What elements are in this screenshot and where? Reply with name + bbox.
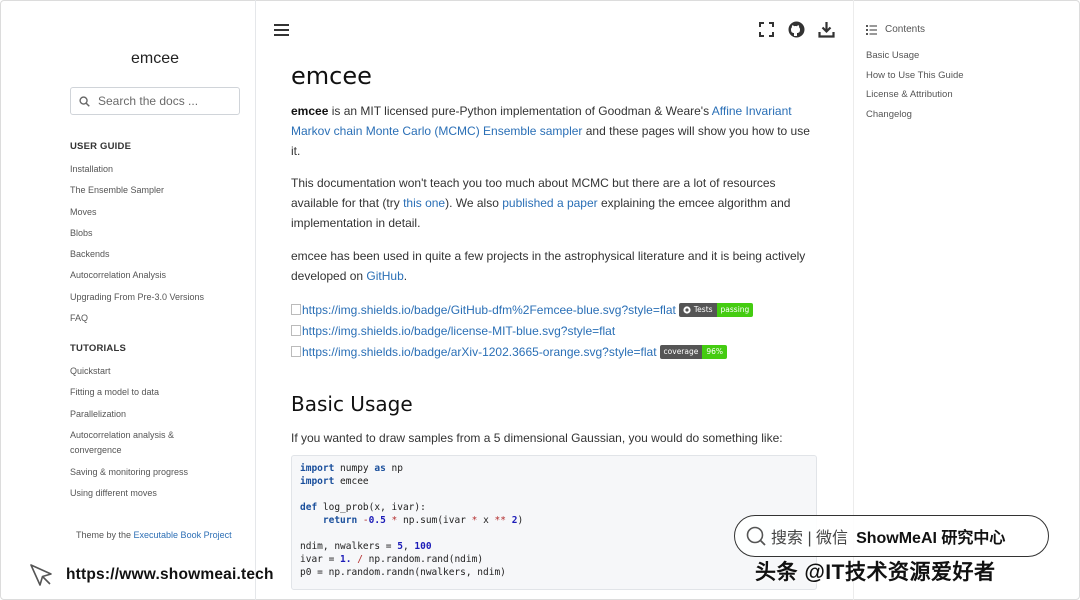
section-heading-basic-usage: Basic Usage <box>291 392 413 417</box>
code-line: def log_prob(x, ivar): <box>300 502 426 513</box>
broken-image-icon <box>291 304 301 316</box>
github-paragraph: emcee has been used in quite a few proje… <box>291 247 821 287</box>
code-line: p0 = np.random.randn(nwalkers, ndim) <box>300 567 506 578</box>
table-of-contents: Contents Basic Usage How to Use This Gui… <box>853 0 1053 600</box>
nav-item-moves[interactable]: Moves <box>70 205 245 221</box>
broken-image-icon <box>291 346 301 358</box>
github-link[interactable]: GitHub <box>366 269 403 283</box>
broken-image-icon <box>291 325 301 337</box>
nav-item-installation[interactable]: Installation <box>70 162 245 178</box>
code-line: import numpy as np <box>300 463 403 474</box>
resources-paragraph: This documentation won't teach you too m… <box>291 174 821 233</box>
coverage-badge-value: 96% <box>702 344 728 359</box>
menu-icon[interactable] <box>274 24 289 38</box>
nav-item-fitting-model[interactable]: Fitting a model to data <box>70 385 245 401</box>
badge-alt-github[interactable]: https://img.shields.io/badge/GitHub-dfm%… <box>302 303 676 317</box>
toc-title: Contents <box>866 24 925 35</box>
search-icon <box>79 95 90 107</box>
nav-item-backends[interactable]: Backends <box>70 247 245 263</box>
para3-text-2: . <box>403 268 408 283</box>
nav-item-blobs[interactable]: Blobs <box>70 226 245 242</box>
toc-item-how-to-use[interactable]: How to Use This Guide <box>866 69 964 83</box>
search-icon <box>746 526 766 546</box>
toc-list: Basic Usage How to Use This Guide Licens… <box>866 49 964 127</box>
coverage-badge-label: coverage <box>659 344 703 359</box>
nav-item-saving-progress[interactable]: Saving & monitoring progress <box>70 465 245 481</box>
para2-text-2: ). We also <box>445 196 503 211</box>
site-title[interactable]: emcee <box>60 50 250 68</box>
github-icon[interactable] <box>788 21 805 38</box>
badge-list: https://img.shields.io/badge/GitHub-dfm%… <box>291 299 821 362</box>
search-box[interactable] <box>70 87 240 115</box>
tests-badge-label: Tests <box>678 302 717 317</box>
download-icon[interactable] <box>818 21 835 38</box>
basic-usage-text: If you wanted to draw samples from a 5 d… <box>291 431 783 446</box>
code-line: ndim, nwalkers = 5, 100 <box>300 541 432 552</box>
nav-heading-tutorials: TUTORIALS <box>70 343 126 354</box>
toc-title-text: Contents <box>885 24 926 35</box>
nav-item-different-moves[interactable]: Using different moves <box>70 486 245 502</box>
nav-list-tutorials: Quickstart Fitting a model to data Paral… <box>70 364 245 507</box>
watermark-url-text: https://www.showmeai.tech <box>66 566 274 583</box>
watermark-search-box: 搜索 | 微信 ShowMeAI 研究中心 <box>734 515 1049 557</box>
nav-list-user-guide: Installation The Ensemble Sampler Moves … <box>70 162 245 332</box>
watermark-url: https://www.showmeai.tech <box>28 562 274 588</box>
nav-item-quickstart[interactable]: Quickstart <box>70 364 245 380</box>
badge-row-arxiv: https://img.shields.io/badge/arXiv-1202.… <box>291 341 821 362</box>
badge-row-license: https://img.shields.io/badge/license-MIT… <box>291 320 821 341</box>
intro-paragraph: emcee is an MIT licensed pure-Python imp… <box>291 102 821 161</box>
cursor-icon <box>30 564 52 586</box>
badge-alt-license[interactable]: https://img.shields.io/badge/license-MIT… <box>302 324 615 338</box>
watermark-brand: ShowMeAI 研究中心 <box>856 530 1006 547</box>
code-line: ivar = 1. / np.random.rand(ndim) <box>300 554 484 565</box>
page-title: emcee <box>291 62 372 90</box>
search-input[interactable] <box>98 94 228 108</box>
github-icon <box>683 306 691 314</box>
toc-item-changelog[interactable]: Changelog <box>866 108 964 122</box>
theme-credit: Theme by the Executable Book Project <box>76 530 232 540</box>
coverage-badge[interactable]: coverage 96% <box>659 344 728 359</box>
nav-heading-user-guide: USER GUIDE <box>70 141 132 152</box>
left-sidebar: emcee USER GUIDE Installation The Ensemb… <box>60 0 256 600</box>
list-icon <box>866 24 877 35</box>
nav-item-faq[interactable]: FAQ <box>70 311 245 327</box>
tests-badge-value: passing <box>716 302 754 317</box>
code-line: return -0.5 * np.sum(ivar * x ** 2) <box>300 515 524 526</box>
tests-badge[interactable]: Tests passing <box>678 302 754 317</box>
published-paper-link[interactable]: published a paper <box>502 196 597 210</box>
this-one-link[interactable]: this one <box>403 196 445 210</box>
toolbar-icons <box>758 21 835 38</box>
intro-text-1: is an MIT licensed pure-Python implement… <box>328 104 712 118</box>
toc-item-basic-usage[interactable]: Basic Usage <box>866 49 964 63</box>
nav-item-ensemble-sampler[interactable]: The Ensemble Sampler <box>70 183 245 199</box>
badge-alt-arxiv[interactable]: https://img.shields.io/badge/arXiv-1202.… <box>302 345 657 359</box>
watermark-search-label: 搜索 | 微信 <box>771 530 849 547</box>
code-line: import emcee <box>300 476 369 487</box>
tests-badge-label-text: Tests <box>693 305 713 315</box>
nav-item-parallelization[interactable]: Parallelization <box>70 407 245 423</box>
main-content: emcee emcee is an MIT licensed pure-Pyth… <box>291 62 821 449</box>
nav-item-upgrading[interactable]: Upgrading From Pre-3.0 Versions <box>70 290 245 306</box>
watermark-subtitle: 头条 @IT技术资源爱好者 <box>755 561 996 584</box>
fullscreen-icon[interactable] <box>758 21 775 38</box>
executable-book-link[interactable]: Executable Book Project <box>134 530 232 540</box>
intro-bold: emcee <box>291 104 329 118</box>
nav-item-autocorr-convergence[interactable]: Autocorrelation analysis & convergence <box>70 428 190 459</box>
nav-item-autocorrelation[interactable]: Autocorrelation Analysis <box>70 268 245 284</box>
toc-item-license[interactable]: License & Attribution <box>866 88 964 102</box>
badge-row-github: https://img.shields.io/badge/GitHub-dfm%… <box>291 299 821 320</box>
theme-credit-prefix: Theme by the <box>76 530 134 540</box>
